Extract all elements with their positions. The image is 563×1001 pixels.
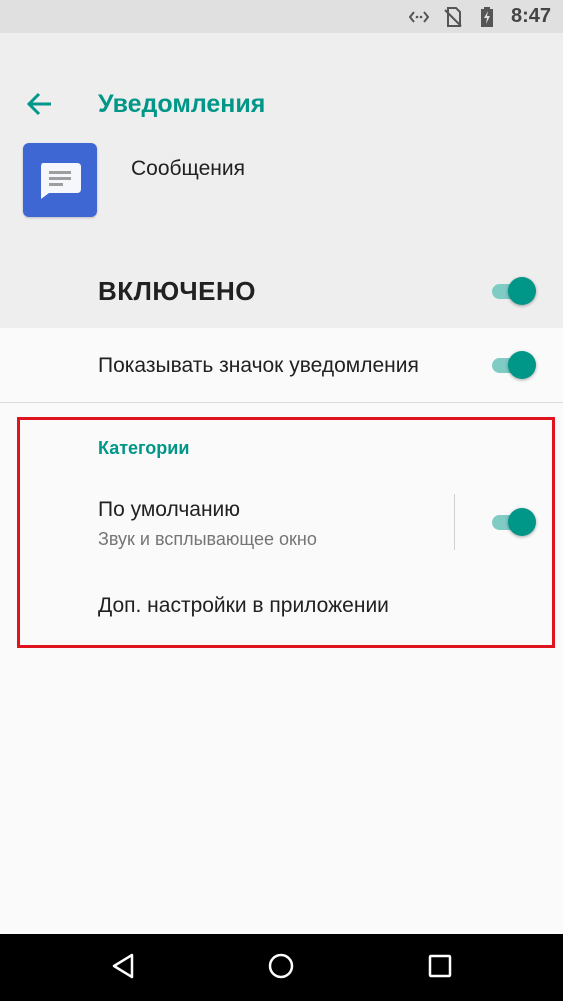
back-triangle-icon: [111, 953, 135, 984]
nav-home-button[interactable]: [265, 952, 297, 984]
status-time: 8:47: [510, 5, 551, 27]
status-bar: 8:47: [0, 0, 563, 33]
toggle-thumb: [508, 508, 536, 536]
show-badge-toggle[interactable]: [492, 351, 538, 379]
app-header: Уведомления Сообщения ВКЛЮЧЕНО: [0, 33, 563, 328]
app-name: Сообщения: [131, 157, 245, 180]
toggle-thumb: [508, 277, 536, 305]
default-category-toggle[interactable]: [492, 508, 538, 536]
main-switch-label: ВКЛЮЧЕНО: [98, 276, 256, 306]
back-button[interactable]: [22, 89, 56, 123]
home-circle-icon: [267, 952, 295, 985]
navigation-bar: [0, 934, 563, 1001]
app-settings-link[interactable]: Доп. настройки в приложении: [98, 594, 389, 618]
no-sim-icon: [443, 6, 463, 27]
categories-section-title: Категории: [98, 438, 190, 458]
arrow-back-icon: [26, 92, 52, 121]
row-vertical-divider: [454, 494, 455, 550]
toggle-thumb: [508, 351, 536, 379]
recents-square-icon: [428, 954, 452, 983]
page-title: Уведомления: [98, 90, 266, 118]
main-notifications-toggle[interactable]: [492, 277, 538, 305]
default-category-summary: Звук и всплывающее окно: [98, 529, 317, 549]
nav-recents-button[interactable]: [424, 952, 456, 984]
section-divider: [0, 402, 563, 403]
default-category-label: По умолчанию: [98, 498, 241, 521]
battery-charging-icon: [477, 6, 497, 27]
data-transfer-icon: [408, 7, 429, 27]
nav-back-button[interactable]: [107, 952, 139, 984]
messages-app-icon: [23, 143, 97, 217]
show-badge-label: Показывать значок уведомления: [98, 354, 419, 377]
